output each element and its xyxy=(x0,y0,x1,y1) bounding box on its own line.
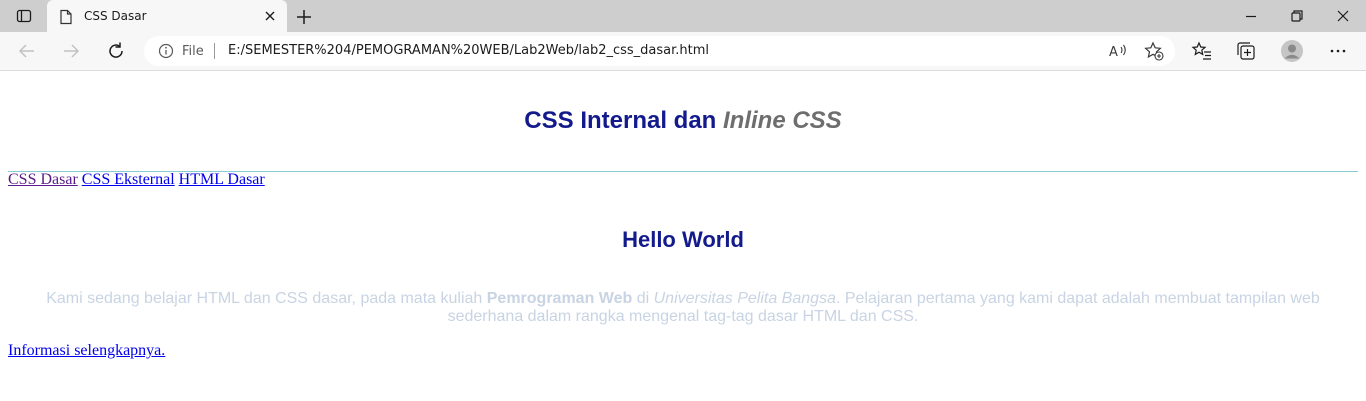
nav-menu: CSS Dasar CSS Eksternal HTML Dasar xyxy=(8,171,265,189)
read-aloud-icon[interactable]: A xyxy=(1108,42,1128,60)
para-italic: Universitas Pelita Bangsa xyxy=(653,290,836,307)
back-icon[interactable] xyxy=(16,40,38,62)
section-heading: Hello World xyxy=(622,227,744,252)
more-icon[interactable] xyxy=(1327,40,1349,62)
minimize-icon[interactable] xyxy=(1243,8,1259,24)
close-window-icon[interactable] xyxy=(1335,8,1351,24)
scheme-label: File xyxy=(182,44,204,59)
address-divider xyxy=(214,43,215,59)
add-favorite-icon[interactable] xyxy=(1144,41,1164,61)
address-bar[interactable]: File E:/SEMESTER%204/PEMOGRAMAN%20WEB/La… xyxy=(144,36,1175,66)
active-tab[interactable]: CSS Dasar xyxy=(47,0,287,32)
tab-title: CSS Dasar xyxy=(84,9,147,23)
favorites-icon[interactable] xyxy=(1191,40,1213,62)
page-content: CSS Internal dan Inline CSS CSS Dasar CS… xyxy=(0,71,1366,401)
collections-icon[interactable] xyxy=(1235,40,1257,62)
nav-link-css-dasar[interactable]: CSS Dasar xyxy=(8,171,78,188)
forward-icon[interactable] xyxy=(60,40,82,62)
more-info-link[interactable]: Informasi selengkapnya. xyxy=(8,342,165,360)
url-text[interactable]: E:/SEMESTER%204/PEMOGRAMAN%20WEB/Lab2Web… xyxy=(228,43,709,58)
reload-icon[interactable] xyxy=(105,40,127,62)
page-title: CSS Internal dan Inline CSS xyxy=(0,107,1366,135)
profile-icon[interactable] xyxy=(1280,39,1304,63)
close-icon[interactable] xyxy=(263,9,277,23)
para-bold: Pemrograman Web xyxy=(486,290,633,307)
tab-actions-icon xyxy=(16,9,32,23)
para-text-1: Kami sedang belajar HTML dan CSS dasar, … xyxy=(46,290,487,307)
plus-icon[interactable] xyxy=(293,6,315,28)
para-text-2: di xyxy=(632,290,654,307)
page-icon xyxy=(60,9,72,25)
nav-link-css-eksternal[interactable]: CSS Eksternal xyxy=(82,171,175,188)
restore-icon[interactable] xyxy=(1289,8,1305,24)
intro-paragraph: Kami sedang belajar HTML dan CSS dasar, … xyxy=(8,290,1358,326)
svg-text:A: A xyxy=(1109,45,1118,60)
info-icon[interactable] xyxy=(158,43,174,59)
page-title-emphasis: Inline CSS xyxy=(723,107,842,134)
nav-link-html-dasar[interactable]: HTML Dasar xyxy=(179,171,265,188)
tab-actions-button[interactable] xyxy=(10,4,38,28)
page-title-main: CSS Internal dan xyxy=(524,107,723,134)
browser-titlebar: CSS Dasar xyxy=(0,0,1366,32)
